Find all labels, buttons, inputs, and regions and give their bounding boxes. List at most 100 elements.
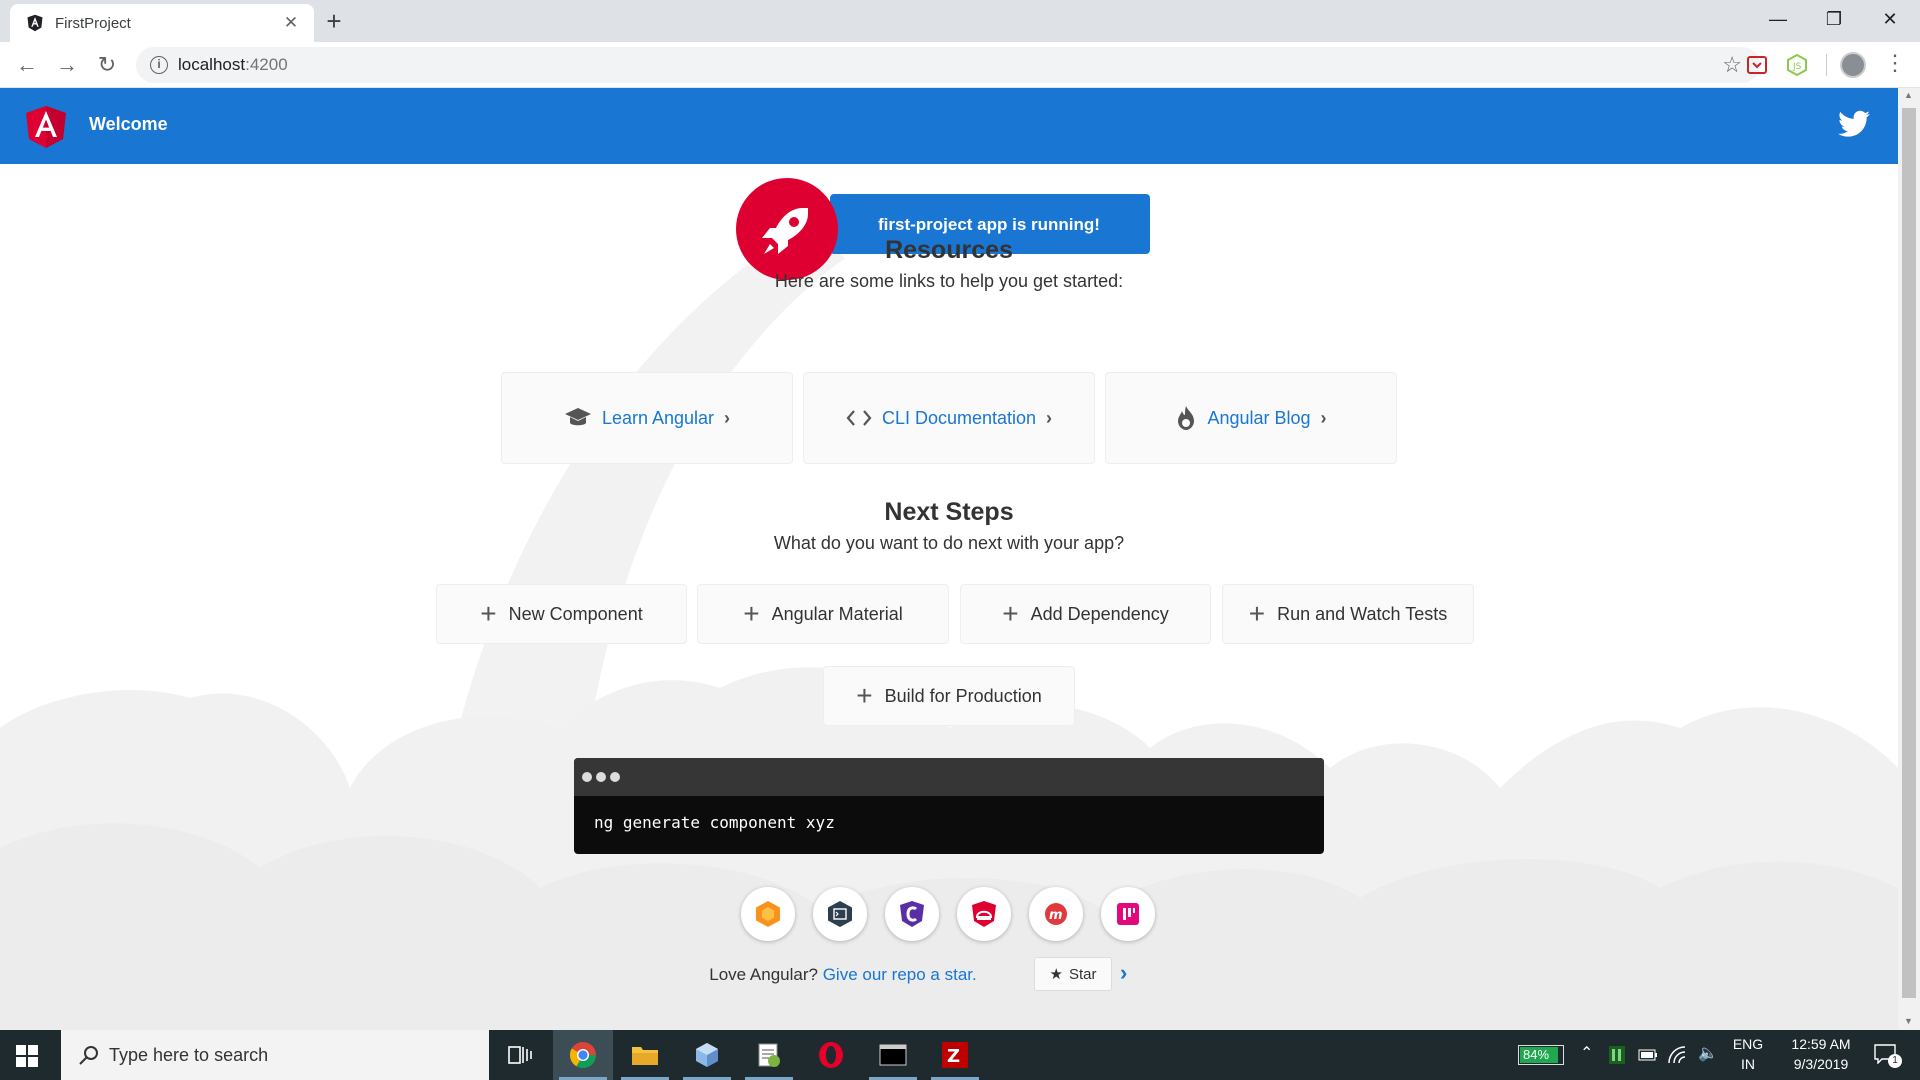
- resources-heading: Resources: [885, 236, 1013, 264]
- address-bar[interactable]: i localhost:4200 ☆: [136, 47, 1760, 83]
- taskbar-file-explorer[interactable]: [615, 1030, 675, 1080]
- angular-blog-card[interactable]: Angular Blog ›: [1105, 372, 1397, 464]
- add-dependency-label: Add Dependency: [1030, 603, 1169, 624]
- volume-icon[interactable]: 🔈: [1698, 1044, 1718, 1064]
- protractor-link[interactable]: [885, 887, 939, 941]
- new-component-card[interactable]: + New Component: [436, 584, 687, 644]
- tray-chevron-icon[interactable]: ⌃: [1580, 1044, 1593, 1064]
- back-arrow-icon[interactable]: ←: [10, 48, 44, 82]
- chevron-right-icon: ›: [1320, 407, 1327, 428]
- url-host: localhost: [178, 55, 246, 74]
- windows-start-icon[interactable]: [16, 1045, 38, 1067]
- green-app-tray-icon[interactable]: [1608, 1045, 1626, 1065]
- clock-date: 9/3/2019: [1793, 1056, 1849, 1072]
- terminal-dot: [596, 772, 606, 782]
- site-info-icon[interactable]: i: [150, 56, 168, 74]
- chevron-right-icon: ›: [724, 407, 731, 428]
- cube-icon: [696, 1043, 718, 1067]
- url-text[interactable]: localhost:4200: [178, 55, 288, 75]
- build-for-production-card[interactable]: + Build for Production: [823, 666, 1075, 726]
- terminal: ng generate component xyz: [574, 758, 1324, 854]
- browser-tab-strip: FirstProject ✕ + — ❐ ✕: [0, 0, 1920, 42]
- angular-pwa-link[interactable]: [957, 887, 1011, 941]
- taskbar-chrome[interactable]: [553, 1030, 613, 1080]
- resources-subheading: Here are some links to help you get star…: [774, 271, 1124, 291]
- repo-star-link[interactable]: Give our repo a star.: [823, 965, 977, 984]
- animations-link[interactable]: [741, 887, 795, 941]
- battery-percent: 84%: [1523, 1047, 1550, 1062]
- new-component-label: New Component: [508, 603, 643, 624]
- app-toolbar: Welcome: [0, 88, 1898, 164]
- wifi-icon[interactable]: [1668, 1046, 1688, 1064]
- cli-icon: [828, 901, 852, 927]
- scrollbar-thumb[interactable]: [1902, 108, 1916, 998]
- discord-icon: [1117, 903, 1139, 925]
- page-scrollbar[interactable]: ▲ ▼: [1898, 88, 1920, 1030]
- chrome-icon: [569, 1042, 597, 1069]
- angular-material-card[interactable]: + Angular Material: [697, 584, 949, 644]
- window-close-icon[interactable]: ✕: [1862, 0, 1918, 38]
- clock[interactable]: 12:59 AM 9/3/2019: [1776, 1034, 1866, 1074]
- taskbar-filezilla[interactable]: Z: [925, 1030, 985, 1080]
- twitter-icon[interactable]: [1838, 110, 1870, 138]
- search-icon: [79, 1046, 98, 1065]
- svg-text:Z: Z: [947, 1046, 960, 1067]
- love-angular-text: Love Angular?: [709, 965, 818, 984]
- language-code: ENG: [1732, 1036, 1764, 1052]
- svg-text:JS: JS: [1792, 62, 1802, 72]
- learn-angular-card[interactable]: Learn Angular ›: [501, 372, 793, 464]
- next-steps-subheading: What do you want to do next with your ap…: [773, 533, 1125, 553]
- meetup-link[interactable]: m: [1029, 887, 1083, 941]
- cli-documentation-card[interactable]: CLI Documentation ›: [803, 372, 1095, 464]
- task-view-button[interactable]: [490, 1030, 550, 1080]
- plus-icon: +: [743, 598, 760, 629]
- taskbar-virtualbox[interactable]: [677, 1030, 737, 1080]
- graduation-cap-icon: [564, 408, 591, 426]
- add-dependency-card[interactable]: + Add Dependency: [960, 584, 1211, 644]
- bookmark-star-icon[interactable]: ☆: [1722, 52, 1742, 78]
- plus-icon: +: [1002, 598, 1019, 629]
- star-icon: ★: [1049, 966, 1063, 983]
- scroll-down-icon[interactable]: ▼: [1904, 1016, 1913, 1026]
- plus-icon: +: [856, 680, 873, 711]
- discord-link[interactable]: [1101, 887, 1155, 941]
- plus-icon: +: [480, 598, 497, 629]
- love-angular-line: Love Angular? Give our repo a star.: [0, 965, 1898, 985]
- angular-blog-label: Angular Blog: [1207, 407, 1311, 428]
- github-star-button[interactable]: ★ Star: [1034, 957, 1112, 991]
- terminal-dot: [610, 772, 620, 782]
- battery-tray-icon[interactable]: [1638, 1048, 1658, 1062]
- angular-pwa-icon: [972, 901, 996, 927]
- taskbar-search-box[interactable]: Type here to search: [61, 1030, 489, 1080]
- angular-material-label: Angular Material: [771, 603, 903, 624]
- scroll-up-icon[interactable]: ▲: [1904, 90, 1913, 100]
- pocket-extension-icon[interactable]: [1746, 54, 1768, 76]
- battery-indicator[interactable]: 84%: [1518, 1045, 1564, 1065]
- filezilla-icon: Z: [942, 1042, 968, 1068]
- forward-arrow-icon[interactable]: →: [50, 48, 84, 82]
- chrome-menu-icon[interactable]: ⋮: [1884, 50, 1906, 76]
- chevron-right-icon[interactable]: ›: [1120, 960, 1127, 986]
- cli-documentation-label: CLI Documentation: [881, 407, 1037, 428]
- tab-title: FirstProject: [55, 15, 131, 32]
- url-port: :4200: [245, 55, 288, 74]
- restore-icon[interactable]: ❐: [1806, 0, 1862, 38]
- action-center-icon[interactable]: 1: [1874, 1044, 1902, 1068]
- taskbar-opera[interactable]: [801, 1030, 861, 1080]
- taskbar-terminal[interactable]: [863, 1030, 923, 1080]
- minimize-icon[interactable]: —: [1750, 0, 1806, 38]
- run-and-watch-tests-label: Run and Watch Tests: [1277, 603, 1448, 624]
- nodejs-extension-icon[interactable]: JS: [1786, 54, 1808, 76]
- reload-icon[interactable]: ↻: [90, 48, 124, 82]
- language-indicator[interactable]: ENG IN: [1728, 1034, 1768, 1074]
- profile-avatar[interactable]: [1840, 52, 1866, 78]
- cli-link[interactable]: [813, 887, 867, 941]
- browser-tab[interactable]: FirstProject ✕: [10, 4, 314, 42]
- taskbar-editor[interactable]: [739, 1030, 799, 1080]
- run-and-watch-tests-card[interactable]: + Run and Watch Tests: [1222, 584, 1474, 644]
- tab-close-icon[interactable]: ✕: [280, 12, 302, 34]
- new-tab-button[interactable]: +: [320, 8, 348, 36]
- learn-angular-label: Learn Angular: [601, 407, 715, 428]
- running-message: first-project app is running!: [878, 215, 1100, 234]
- animations-icon: [756, 901, 780, 927]
